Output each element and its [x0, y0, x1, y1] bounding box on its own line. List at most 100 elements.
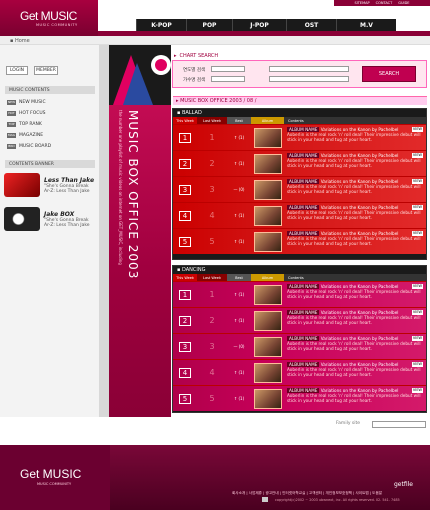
- album-art-image[interactable]: [253, 231, 282, 252]
- album-description: Aoberlin is the real rock 'n' roll deal!…: [287, 289, 421, 299]
- chart-row[interactable]: 1 1 ↑ (1) ALBUM NAME Variations on the Kano…: [173, 281, 426, 307]
- rank-number: 1: [179, 290, 191, 300]
- topnav-guide[interactable]: GUIDE: [398, 1, 409, 5]
- album-art-image[interactable]: [253, 310, 282, 331]
- album-cover[interactable]: [251, 386, 284, 411]
- album-description: Aoberlin is the real rock 'n' roll deal!…: [287, 341, 421, 351]
- album-cover[interactable]: [251, 282, 284, 307]
- year-select[interactable]: [211, 66, 245, 72]
- ballad-title: ▪ BALLAD: [173, 109, 426, 117]
- logo[interactable]: Get MUSIC: [20, 9, 77, 23]
- breadcrumb-home[interactable]: ▪ Home: [10, 38, 30, 44]
- year-select-2[interactable]: [269, 66, 349, 72]
- contents-header: Contents: [284, 274, 426, 281]
- best-rank: ↑ (1): [233, 239, 245, 244]
- banner-image[interactable]: [4, 173, 40, 197]
- sidebar-item-top-rank[interactable]: TOP TOP RANK: [7, 120, 42, 128]
- chart-row[interactable]: 2 2 ↑ (1) ALBUM NAME Variations on the Kano…: [173, 150, 426, 176]
- search-button[interactable]: SEARCH: [362, 66, 416, 82]
- tab-jpop[interactable]: J-POP: [232, 19, 286, 31]
- chart-row[interactable]: 2 2 ↑ (1) ALBUM NAME Variations on the Kano…: [173, 307, 426, 333]
- album-art-image[interactable]: [253, 362, 282, 383]
- ballad-rows: 1 1 ↑ (1) ALBUM NAME Variations on the Kano…: [173, 124, 426, 254]
- topnav-sitemap[interactable]: SITEMAP: [355, 1, 370, 5]
- rank-number: 3: [179, 185, 191, 195]
- last-week-rank: 3: [209, 342, 215, 351]
- chart-row[interactable]: 4 4 ↑ (1) ALBUM NAME Variations on the Kano…: [173, 202, 426, 228]
- login-button[interactable]: LOGIN: [6, 66, 28, 75]
- album-art-image[interactable]: [253, 153, 282, 174]
- last-week-rank: 5: [209, 394, 215, 403]
- sidebar-item-label: TOP RANK: [19, 121, 42, 127]
- best-rank: — (0): [233, 344, 245, 349]
- chart-row[interactable]: 3 3 — (0) ALBUM NAME Variations on the Kano…: [173, 333, 426, 359]
- album-description: Aoberlin is the real rock 'n' roll deal!…: [287, 367, 421, 377]
- topnav-contact[interactable]: CONTACT: [376, 1, 393, 5]
- mail-icon: [262, 497, 268, 502]
- this-week-header: This Week: [173, 117, 197, 124]
- home-label[interactable]: Home: [15, 38, 30, 44]
- hot-icon: HOT: [7, 110, 16, 116]
- album-cover[interactable]: [251, 334, 284, 359]
- album-cover[interactable]: [251, 151, 284, 176]
- dancing-header: This Week Last Week Best Album Contents: [173, 274, 426, 281]
- member-button[interactable]: MEMBER: [34, 66, 58, 75]
- album-cover[interactable]: [251, 360, 284, 385]
- artist-input[interactable]: [269, 76, 349, 82]
- tab-mv[interactable]: M.V: [336, 19, 396, 31]
- best-header: Best: [227, 274, 251, 281]
- ballad-header: This Week Last Week Best Album Contents: [173, 117, 426, 124]
- box-office-title: ▸ MUSIC BOX OFFICE 2003 / 08 /: [173, 96, 427, 105]
- chart-row[interactable]: 5 5 ↑ (1) ALBUM NAME Variations on the Kano…: [173, 385, 426, 411]
- album-cover[interactable]: [251, 203, 284, 228]
- family-site-select[interactable]: [372, 421, 426, 428]
- last-week-rank: 5: [209, 237, 215, 246]
- best-rank: ↑ (1): [233, 318, 245, 323]
- sidebar-divider: [99, 45, 109, 417]
- banner-jake-box[interactable]: Jake BOX "She's Gonna Break Ar-Z: Less T…: [4, 206, 96, 232]
- album-description: Aoberlin is the real rock 'n' roll deal!…: [287, 315, 421, 325]
- banner-less-than-jake[interactable]: Less Than Jake "She's Gonna Break Ar-Z: …: [4, 172, 96, 198]
- sidebar-item-hot-focus[interactable]: HOT HOT FOCUS: [7, 109, 46, 117]
- footer-links[interactable]: 회사소개 | 사업제휴 | 광고안내 | 인터넷어학교실 | 고객센터 | 개인…: [232, 491, 382, 496]
- banner-image[interactable]: [4, 207, 40, 231]
- year-search-label: 연도별 검색: [183, 68, 206, 73]
- board-icon: BRD: [7, 143, 16, 149]
- banner-title[interactable]: Jake BOX: [44, 211, 90, 218]
- album-cover[interactable]: [251, 177, 284, 202]
- tab-ost[interactable]: OST: [286, 19, 336, 31]
- chart-row[interactable]: 4 4 ↑ (1) ALBUM NAME Variations on the Kano…: [173, 359, 426, 385]
- tab-pop[interactable]: POP: [186, 19, 232, 31]
- content-cell: ALBUM NAME Variations on the Kanon by Pa…: [284, 360, 426, 385]
- artist-select[interactable]: [211, 76, 245, 82]
- album-art-image[interactable]: [253, 127, 282, 148]
- footer-logo[interactable]: Get MUSIC: [20, 467, 81, 481]
- contents-header: Contents: [284, 117, 426, 124]
- album-art-image[interactable]: [253, 205, 282, 226]
- artist-search-label: 가수명 검색: [183, 78, 206, 83]
- footer-logo-sub: MUSIC COMMUNITY: [37, 482, 72, 486]
- chart-row[interactable]: 3 3 — (0) ALBUM NAME Variations on the Kano…: [173, 176, 426, 202]
- best-header: Best: [227, 117, 251, 124]
- chart-row[interactable]: 1 1 ↑ (1) ALBUM NAME Variations on the Kano…: [173, 124, 426, 150]
- sidebar-item-music-board[interactable]: BRD MUSIC BOARD: [7, 142, 51, 150]
- sidebar-item-new-music[interactable]: NEW NEW MUSIC: [7, 98, 46, 106]
- album-cover[interactable]: [251, 125, 284, 150]
- album-header: Album: [251, 274, 284, 281]
- last-week-rank: 3: [209, 185, 215, 194]
- album-cover[interactable]: [251, 308, 284, 333]
- album-art-image[interactable]: [253, 284, 282, 305]
- album-description: Aoberlin is the real rock 'n' roll deal!…: [287, 236, 421, 246]
- last-week-header: Last Week: [197, 117, 227, 124]
- album-art-image[interactable]: [253, 388, 282, 409]
- album-art-image[interactable]: [253, 336, 282, 357]
- tab-kpop[interactable]: K-POP: [136, 19, 186, 31]
- sidebar-item-magazine[interactable]: MAG MAGAZINE: [7, 131, 43, 139]
- album-art-image[interactable]: [253, 179, 282, 200]
- album-cover[interactable]: [251, 229, 284, 254]
- best-rank: ↑ (1): [233, 396, 245, 401]
- rank-number: 1: [179, 133, 191, 143]
- banner-title[interactable]: Less Than Jake: [44, 177, 94, 184]
- last-week-header: Last Week: [197, 274, 227, 281]
- chart-row[interactable]: 5 5 ↑ (1) ALBUM NAME Variations on the Kano…: [173, 228, 426, 254]
